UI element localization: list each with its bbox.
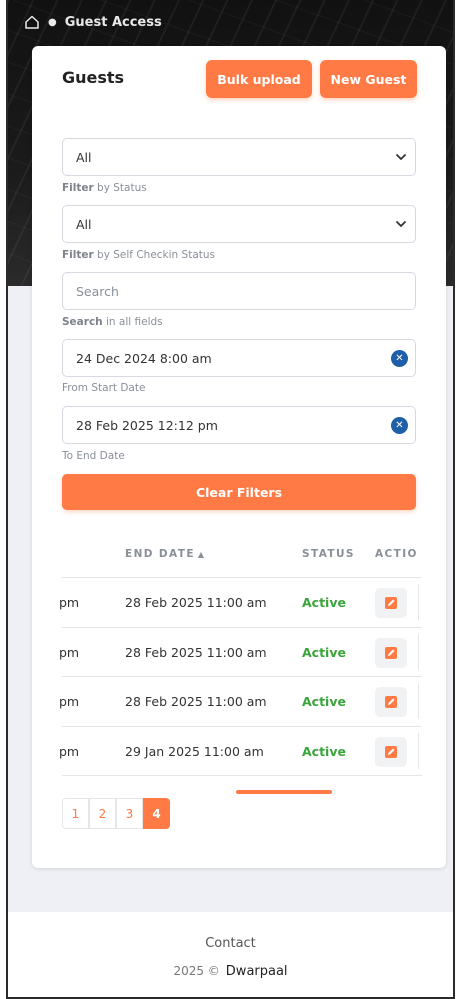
sort-ascending-icon: ▲ [197,550,206,559]
copyright-text: 2025 © [173,964,220,978]
brand-name: Dwarpaal [225,964,288,979]
start-date-cell: pm [59,595,80,610]
guests-table: END DATE ▲ STATUS ACTIO pm 28 Feb 2025 11… [59,532,422,776]
start-date-hint: From Start Date [62,382,146,394]
edit-icon [385,646,397,659]
search-hint-bold: Search [62,316,103,328]
status-filter-hint: Filter by Status [62,182,147,194]
status-filter-select[interactable]: All [62,138,416,176]
status-cell: Active [302,595,346,610]
end-date-cell: 28 Feb 2025 11:00 am [125,694,267,709]
table-header: END DATE ▲ STATUS ACTIO [62,532,422,578]
edit-button[interactable] [375,637,407,668]
table-row: pm 28 Feb 2025 11:00 am Active [59,628,422,677]
table-row: pm 28 Feb 2025 11:00 am Active [59,677,422,727]
end-date-header-label: END DATE [125,548,195,560]
column-divider [418,584,419,620]
chevron-down-icon [396,221,406,227]
column-divider [418,633,419,670]
horizontal-scrollbar[interactable] [62,790,416,794]
self-checkin-filter-hint: Filter by Self Checkin Status [62,249,215,261]
scrollbar-thumb[interactable] [236,790,332,794]
end-date-cell: 29 Jan 2025 11:00 am [125,743,264,759]
breadcrumb-separator: ● [48,16,57,28]
status-filter-hint-bold: Filter [62,182,94,194]
table-row: pm 29 Jan 2025 11:00 am Active [59,727,422,776]
start-date-cell: pm [59,644,80,660]
edit-icon [385,745,397,758]
self-checkin-filter-select[interactable]: All [62,205,416,243]
footer: Contact 2025 © Dwarpaal [8,912,453,997]
app-frame: ● Guest Access Guests Bulk upload New Gu… [6,0,455,999]
page-title: Guests [62,68,125,87]
end-date-cell: 28 Feb 2025 11:00 am [125,644,267,660]
status-cell: Active [302,644,346,660]
self-checkin-hint-bold: Filter [62,249,94,261]
start-date-input[interactable]: 24 Dec 2024 8:00 am ✕ [62,339,416,377]
column-divider [418,683,419,719]
end-date-cell: 28 Feb 2025 11:00 am [125,595,267,610]
clear-start-date-icon[interactable]: ✕ [391,350,408,367]
status-cell: Active [302,694,346,709]
contact-link[interactable]: Contact [8,936,453,951]
column-divider [418,732,419,769]
edit-button[interactable] [375,588,407,618]
edit-icon [385,597,397,609]
self-checkin-hint-rest: by Self Checkin Status [93,249,216,261]
search-placeholder: Search [76,283,119,299]
status-filter-value: All [76,149,92,165]
start-date-value: 24 Dec 2024 8:00 am [76,350,212,366]
column-header-status: STATUS [302,548,355,560]
end-date-input[interactable]: 28 Feb 2025 12:12 pm ✕ [62,406,416,444]
self-checkin-filter-value: All [76,216,92,232]
copyright: 2025 © Dwarpaal [8,964,453,979]
search-input[interactable]: Search [62,272,416,310]
clear-end-date-icon[interactable]: ✕ [391,417,408,434]
page-button-3[interactable]: 3 [116,798,143,829]
start-date-cell: pm [59,694,80,709]
search-hint-rest: in all fields [102,316,163,328]
column-header-end-date[interactable]: END DATE ▲ [125,548,205,560]
status-filter-hint-rest: by Status [93,182,147,194]
pagination: 1 2 3 4 [62,798,170,829]
search-hint: Search in all fields [62,316,163,328]
home-icon[interactable] [24,14,40,30]
clear-filters-button[interactable]: Clear Filters [62,474,416,510]
end-date-hint: To End Date [62,450,125,462]
edit-button[interactable] [375,736,407,767]
new-guest-button[interactable]: New Guest [320,60,417,98]
edit-icon [385,696,397,708]
status-cell: Active [302,743,346,759]
page-button-2[interactable]: 2 [89,798,116,829]
start-date-cell: pm [59,743,80,759]
bulk-upload-button[interactable]: Bulk upload [206,60,312,98]
end-date-value: 28 Feb 2025 12:12 pm [76,417,218,433]
breadcrumb: ● Guest Access [24,14,162,30]
guests-card: Guests Bulk upload New Guest All Filter … [32,46,446,868]
edit-button[interactable] [375,687,407,717]
page-button-1[interactable]: 1 [62,798,89,829]
column-header-action: ACTIO [375,548,418,560]
table-row: pm 28 Feb 2025 11:00 am Active [59,578,422,628]
chevron-down-icon [396,154,406,160]
page-button-4[interactable]: 4 [143,798,170,829]
breadcrumb-current: Guest Access [64,14,162,30]
